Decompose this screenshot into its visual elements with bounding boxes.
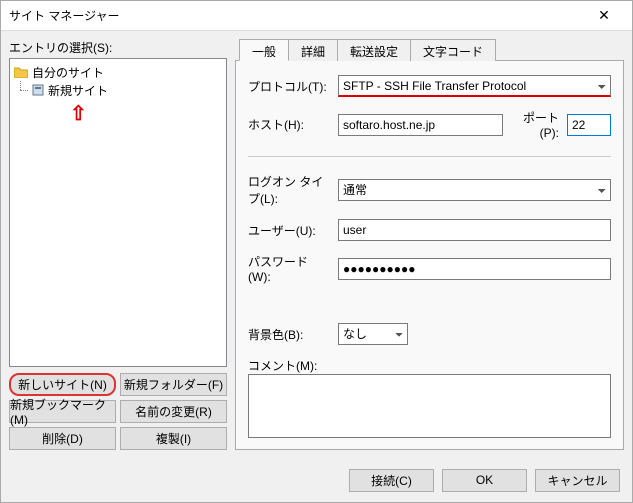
bgcolor-select[interactable]: なし: [338, 323, 408, 345]
general-panel: プロトコル(T): SFTP - SSH File Transfer Proto…: [235, 60, 624, 450]
delete-button[interactable]: 削除(D): [9, 427, 116, 450]
server-icon: [32, 84, 44, 96]
new-site-button[interactable]: 新しいサイト(N): [9, 373, 116, 396]
tab-transfer[interactable]: 転送設定: [337, 39, 411, 61]
comment-textarea[interactable]: [248, 374, 611, 438]
host-label: ホスト(H):: [248, 116, 330, 133]
connect-button[interactable]: 接続(C): [349, 469, 434, 492]
new-bookmark-button[interactable]: 新規ブックマーク(M): [9, 400, 116, 423]
close-button[interactable]: ✕: [584, 2, 624, 30]
tab-detail[interactable]: 詳細: [288, 39, 338, 61]
port-label: ポート(P):: [511, 109, 559, 140]
protocol-select[interactable]: SFTP - SSH File Transfer Protocol: [338, 75, 611, 97]
rename-button[interactable]: 名前の変更(R): [120, 400, 227, 423]
port-input[interactable]: [567, 114, 611, 136]
cancel-button[interactable]: キャンセル: [535, 469, 620, 492]
tree-item-label: 新規サイト: [48, 82, 108, 99]
tab-charset[interactable]: 文字コード: [410, 39, 496, 61]
password-input[interactable]: [338, 258, 611, 280]
titlebar: サイト マネージャー ✕: [1, 1, 632, 31]
tabs: 一般 詳細 転送設定 文字コード: [239, 39, 624, 61]
site-manager-window: サイト マネージャー ✕ エントリの選択(S): 自分のサイト 新規サイト ⇧ …: [0, 0, 633, 503]
user-input[interactable]: [338, 219, 611, 241]
ok-button[interactable]: OK: [442, 469, 527, 492]
new-folder-button[interactable]: 新規フォルダー(F): [120, 373, 227, 396]
dialog-footer: 接続(C) OK キャンセル: [1, 458, 632, 502]
host-input[interactable]: [338, 114, 503, 136]
entry-label: エントリの選択(S):: [9, 39, 227, 56]
tree-root[interactable]: 自分のサイト: [12, 63, 224, 81]
logon-label: ログオン タイプ(L):: [248, 173, 330, 207]
logon-select[interactable]: 通常: [338, 179, 611, 201]
protocol-label: プロトコル(T):: [248, 78, 330, 95]
comment-label: コメント(M):: [248, 357, 611, 374]
tab-general[interactable]: 一般: [239, 39, 289, 61]
user-label: ユーザー(U):: [248, 222, 330, 239]
annotation-arrow: ⇧: [70, 101, 87, 126]
tree-item-new-site[interactable]: 新規サイト: [12, 81, 224, 99]
divider: [248, 156, 611, 157]
duplicate-button[interactable]: 複製(I): [120, 427, 227, 450]
window-title: サイト マネージャー: [9, 7, 584, 24]
tree-root-label: 自分のサイト: [32, 64, 104, 81]
password-label: パスワード(W):: [248, 253, 330, 284]
bgcolor-label: 背景色(B):: [248, 326, 330, 343]
site-tree[interactable]: 自分のサイト 新規サイト ⇧: [9, 58, 227, 367]
folder-icon: [14, 66, 28, 78]
